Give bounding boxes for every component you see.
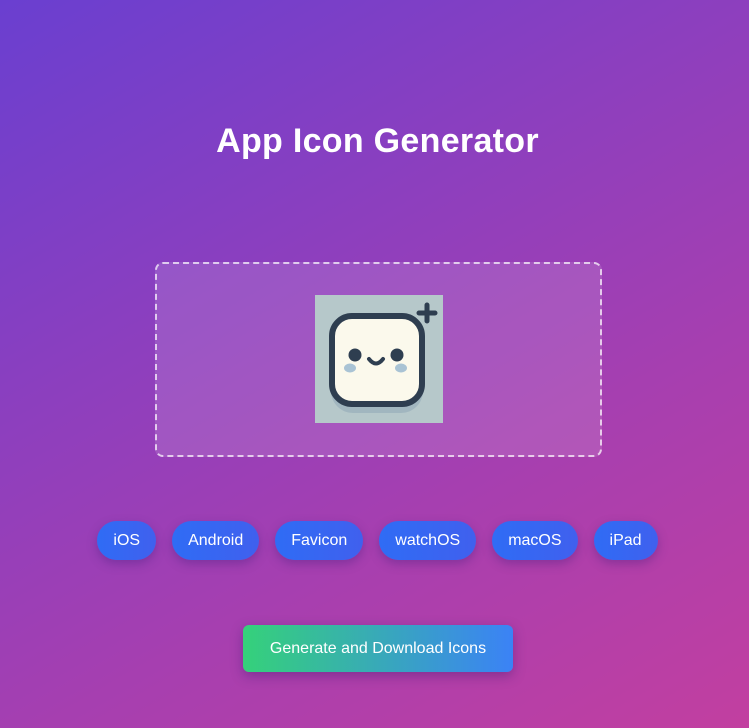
platform-options: iOS Android Favicon watchOS macOS iPad [0, 521, 749, 560]
icon-upload-dropzone[interactable] [155, 262, 602, 457]
platform-chip-android[interactable]: Android [172, 521, 260, 560]
platform-chip-macos[interactable]: macOS [492, 521, 578, 560]
platform-chip-ipad[interactable]: iPad [593, 521, 658, 560]
uploaded-icon-preview [315, 295, 443, 423]
generate-download-button[interactable]: Generate and Download Icons [243, 625, 513, 672]
page-title: App Icon Generator [216, 122, 539, 160]
platform-chip-watchos[interactable]: watchOS [379, 521, 477, 560]
smiling-app-icon [315, 295, 443, 423]
platform-chip-ios[interactable]: iOS [97, 521, 157, 560]
platform-chip-favicon[interactable]: Favicon [275, 521, 364, 560]
